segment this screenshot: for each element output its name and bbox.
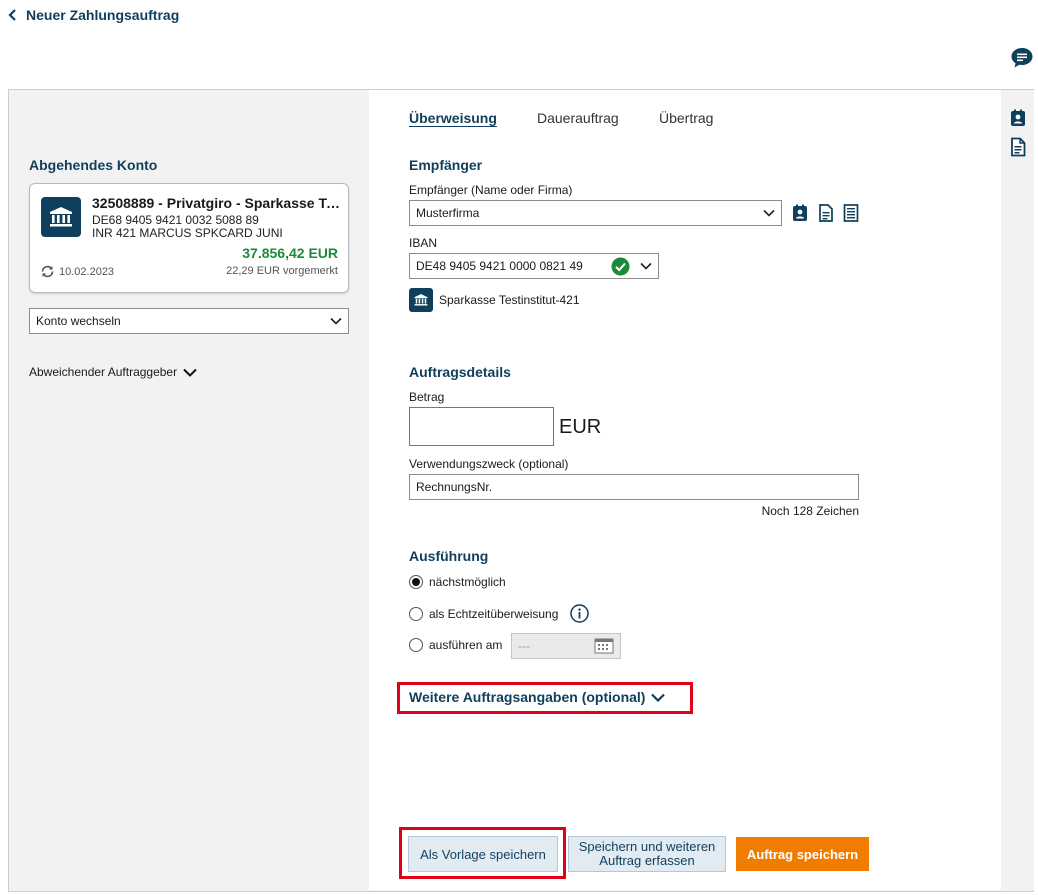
currency-label: EUR [559,416,602,438]
radio-button[interactable] [409,606,423,621]
amount-label: Betrag [409,390,445,404]
page-title: Neuer Zahlungsauftrag [26,7,180,23]
other-originator-toggle[interactable]: Abweichender Auftraggeber [29,365,197,379]
account-reserved: 22,29 EUR vorgemerkt [226,265,338,277]
purpose-label: Verwendungszweck (optional) [409,457,569,471]
iban-value: DE48 9405 9421 0000 0821 49 [416,259,583,273]
template-icon[interactable] [817,204,835,222]
account-iban: DE68 9405 9421 0032 5088 89 [92,213,259,227]
save-and-new-button[interactable]: Speichern und weiteren Auftrag erfassen [568,836,726,872]
account-refresh[interactable]: 10.02.2023 [40,265,114,278]
refresh-icon [41,265,54,278]
switch-account-select[interactable]: Konto wechseln [29,308,349,334]
chevron-down-icon [640,262,652,270]
save-template-button[interactable]: Als Vorlage speichern [408,836,558,872]
other-originator-label: Abweichender Auftraggeber [29,365,178,379]
radio-button[interactable] [409,575,423,589]
radio-label: als Echtzeitüberweisung [429,606,559,621]
back-link[interactable]: Neuer Zahlungsauftrag [8,7,179,23]
radio-label: ausführen am [429,638,503,652]
receipt-icon[interactable] [842,204,860,222]
bank-icon [41,197,81,237]
execution-asap-option[interactable]: nächstmöglich [409,575,506,589]
chevron-down-icon [651,693,666,702]
info-icon[interactable] [570,604,590,623]
recipient-name-field[interactable]: Musterfirma [409,200,782,226]
recipient-bank: Sparkasse Testinstitut-421 [409,288,580,312]
save-and-new-line1: Speichern und weiteren [578,839,716,854]
execution-date-option[interactable]: ausführen am [409,638,502,652]
chat-icon[interactable] [1010,46,1034,70]
order-details-title: Auftragsdetails [409,364,511,380]
radio-label: nächstmöglich [429,575,506,589]
more-details-toggle[interactable]: Weitere Auftragsangaben (optional) [409,689,666,705]
account-card[interactable]: 32508889 - Privatgiro - Sparkasse Testin… [29,183,349,293]
execution-title: Ausführung [409,548,489,564]
account-card-name: INR 421 MARCUS SPKCARD JUNI [92,226,283,240]
recipient-name-label: Empfänger (Name oder Firma) [409,183,573,197]
account-name: 32508889 - Privatgiro - Sparkasse Testin… [92,195,342,211]
address-book-icon[interactable] [791,204,809,222]
check-circle-icon [611,257,630,275]
purpose-input[interactable]: RechnungsNr. [409,474,859,500]
chars-remaining: Noch 128 Zeichen [761,504,859,518]
tab-internal-transfer[interactable]: Übertrag [659,110,713,126]
switch-account-label: Konto wechseln [36,314,121,328]
recipient-name-value: Musterfirma [416,206,480,220]
save-order-button[interactable]: Auftrag speichern [736,837,869,871]
tab-standing-order[interactable]: Dauerauftrag [537,110,619,126]
contacts-icon[interactable] [1009,109,1027,127]
radio-button[interactable] [409,638,423,652]
chevron-down-icon [330,317,342,325]
chevron-left-icon [8,9,16,21]
execution-date-input[interactable]: --- [511,633,621,659]
recipient-title: Empfänger [409,157,483,173]
chevron-down-icon [763,209,775,217]
amount-input[interactable] [409,407,554,446]
bank-icon [409,288,433,312]
recipient-bank-name: Sparkasse Testinstitut-421 [439,293,580,307]
iban-field[interactable]: DE48 9405 9421 0000 0821 49 [409,253,659,279]
iban-label: IBAN [409,236,438,250]
more-details-label: Weitere Auftragsangaben (optional) [409,689,646,705]
tab-transfer[interactable]: Überweisung [409,110,497,126]
account-date: 10.02.2023 [59,265,115,278]
right-rail [1001,90,1034,890]
account-balance: 37.856,42 EUR [242,245,338,261]
chevron-down-icon [183,368,197,377]
outgoing-account-title: Abgehendes Konto [29,157,158,173]
calendar-icon[interactable] [594,638,614,654]
date-placeholder: --- [518,639,530,653]
document-icon[interactable] [1009,137,1027,157]
execution-instant-option[interactable]: als Echtzeitüberweisung [409,604,590,623]
save-and-new-line2: Auftrag erfassen [599,853,695,868]
